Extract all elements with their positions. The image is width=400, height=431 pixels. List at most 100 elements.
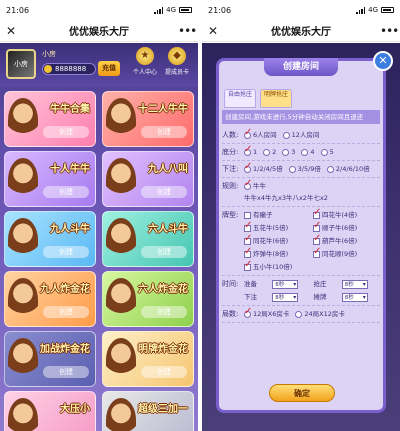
option-label: 2/4/6/10倍: [335, 165, 370, 173]
base-option[interactable]: 5: [320, 147, 334, 157]
game-card[interactable]: 九人八叫 创建: [102, 151, 194, 207]
game-card[interactable]: 九人炸金花 创建: [4, 271, 96, 327]
rule-option[interactable]: 牛牛: [244, 179, 380, 191]
game-card[interactable]: 牛牛合集 创建: [4, 91, 96, 147]
create-game-button[interactable]: 创建: [43, 126, 89, 138]
tab-open-banker[interactable]: 明牌抢庄: [260, 89, 292, 108]
lobby: 小房 小房 8888888 充值 ★ 个人中心 ◆ 提成员卡 牛牛合集 创建 十二人…: [0, 43, 198, 431]
game-card[interactable]: 大压小: [4, 391, 96, 431]
signal-icon: [154, 6, 164, 14]
create-game-button[interactable]: 创建: [43, 186, 89, 198]
modal-title: 创建房间: [264, 58, 338, 76]
radio: [282, 148, 290, 156]
game-card[interactable]: 九人斗牛 创建: [4, 211, 96, 267]
card-type-checkbox[interactable]: 五小牛(10倍): [244, 260, 311, 272]
game-card[interactable]: 十二人牛牛 创建: [102, 91, 194, 147]
players-option[interactable]: 12人房间: [282, 130, 319, 140]
modal-close-icon[interactable]: ✕: [373, 51, 393, 71]
checkbox-checked: [244, 234, 252, 245]
checkbox-checked: [313, 208, 321, 219]
create-game-button[interactable]: 创建: [141, 306, 187, 318]
rounds-option[interactable]: 24局X12房卡: [295, 309, 345, 319]
rounds-option[interactable]: 12局X6房卡: [244, 307, 289, 319]
avatar[interactable]: 小房: [6, 49, 36, 79]
bag-icon: ◆: [168, 47, 186, 65]
battery-icon: [381, 7, 394, 13]
profile-center-button[interactable]: ★ 个人中心: [132, 47, 158, 76]
card-type-checkbox[interactable]: 顺子牛(6倍): [313, 221, 380, 233]
recharge-button[interactable]: 充值: [98, 61, 120, 76]
notice-text: 创建房间,游戏未进行,5分钟自动关闭房间且退还: [222, 110, 380, 124]
base-option[interactable]: 3: [282, 147, 295, 157]
card-type-checkbox[interactable]: 五花牛(5倍): [244, 221, 311, 233]
card-type-checkbox[interactable]: 葫芦牛(6倍): [313, 234, 380, 246]
create-game-button[interactable]: 创建: [43, 306, 89, 318]
card-type-checkbox[interactable]: 炸弹牛(8倍): [244, 247, 311, 259]
players-option[interactable]: 6人房间: [244, 128, 277, 140]
status-bar: 21:06 4G: [0, 0, 198, 20]
bet-option[interactable]: 2/4/6/10倍: [326, 164, 370, 174]
grab-time-select[interactable]: 8秒: [341, 279, 368, 289]
more-icon[interactable]: •••: [178, 24, 197, 38]
game-card[interactable]: 十人牛牛 创建: [4, 151, 96, 207]
card-type-checkbox[interactable]: 同花牛(6倍): [244, 234, 311, 246]
card-type-checkbox[interactable]: 同花顺(9倍): [313, 247, 380, 259]
base-option[interactable]: 1: [244, 145, 257, 157]
option-label: 3/5/9倍: [297, 165, 321, 173]
option-label: 五小牛(10倍): [253, 263, 293, 271]
radio-checked: [244, 179, 252, 190]
status-time: 21:06: [6, 5, 30, 15]
checkbox-checked: [313, 247, 321, 258]
show-time-select[interactable]: 8秒: [341, 292, 368, 302]
create-game-button[interactable]: 创建: [43, 246, 89, 258]
game-name: 六人炸金花: [138, 284, 188, 295]
game-grid: 牛牛合集 创建 十二人牛牛 创建 十人牛牛 创建 九人八叫 创建 九人斗牛 创建 六人斗牛 创建 九人炸…: [4, 91, 194, 431]
option-label: 葫芦牛(6倍): [322, 237, 358, 245]
option-label: 2: [272, 148, 277, 156]
card-type-checkbox[interactable]: 有癞子: [244, 210, 311, 220]
character-art: [106, 218, 136, 262]
create-room-modal: 创建房间 ✕ 自由抢庄 明牌抢庄 创建房间,游戏未进行,5分钟自动关闭房间且退还…: [216, 51, 393, 413]
status-time: 21:06: [208, 5, 232, 15]
base-option[interactable]: 4: [301, 147, 315, 157]
create-game-button[interactable]: 创建: [141, 246, 187, 258]
character-art: [106, 278, 136, 322]
bet-option[interactable]: 3/5/9倍: [288, 164, 321, 174]
bet-time-select[interactable]: 8秒: [272, 292, 299, 302]
card-type-checkbox[interactable]: 四花牛(4倍): [313, 208, 380, 220]
left-phone: 21:06 4G ✕ 优优娱乐大厅 ••• 小房 小房 8888888 充值 ★…: [0, 0, 198, 431]
create-game-button[interactable]: 创建: [141, 366, 187, 378]
member-card-label: 提成员卡: [164, 69, 189, 76]
member-card-button[interactable]: ◆ 提成员卡: [164, 47, 190, 76]
game-card[interactable]: 六人炸金花 创建: [102, 271, 194, 327]
players-row: 人数: 6人房间 12人房间: [222, 127, 380, 144]
base-option[interactable]: 2: [263, 147, 276, 157]
game-card[interactable]: 超级三加一: [102, 391, 194, 431]
profile-center-label: 个人中心: [132, 69, 157, 76]
game-card[interactable]: 六人斗牛创建: [102, 211, 194, 267]
game-name: 六人斗牛: [148, 224, 188, 235]
create-game-button[interactable]: 创建: [43, 366, 89, 378]
card-types-row: 牌型: 有癞子 四花牛(4倍) 五花牛(5倍) 顺子牛(6倍) 同花牛(6倍) …: [222, 207, 380, 276]
close-icon[interactable]: ✕: [208, 24, 222, 38]
bet-option[interactable]: 1/2/4/5倍: [244, 162, 283, 174]
game-card[interactable]: 加战炸金花 创建: [4, 331, 96, 387]
radio: [295, 310, 303, 318]
option-label: 3: [291, 148, 296, 156]
tab-free-banker[interactable]: 自由抢庄: [224, 89, 256, 108]
character-art: [8, 158, 38, 202]
signal-icon: [356, 6, 366, 14]
grab-label: 抢庄: [313, 280, 327, 288]
game-name: 加战炸金花: [40, 344, 90, 355]
close-icon[interactable]: ✕: [6, 24, 20, 38]
network-type: 4G: [166, 6, 176, 14]
prepare-time-select[interactable]: 8秒: [272, 279, 299, 289]
trophy-icon: ★: [136, 47, 154, 65]
more-icon[interactable]: •••: [380, 24, 399, 38]
game-card[interactable]: 明牌炸金花 创建: [102, 331, 194, 387]
create-game-button[interactable]: 创建: [141, 126, 187, 138]
create-game-button[interactable]: 创建: [141, 186, 187, 198]
right-phone: 21:06 4G ✕ 优优娱乐大厅 ••• 创建房间 ✕ 自由抢庄 明牌抢庄 创…: [202, 0, 400, 431]
radio-checked: [244, 128, 252, 139]
confirm-button[interactable]: 确定: [269, 384, 335, 402]
